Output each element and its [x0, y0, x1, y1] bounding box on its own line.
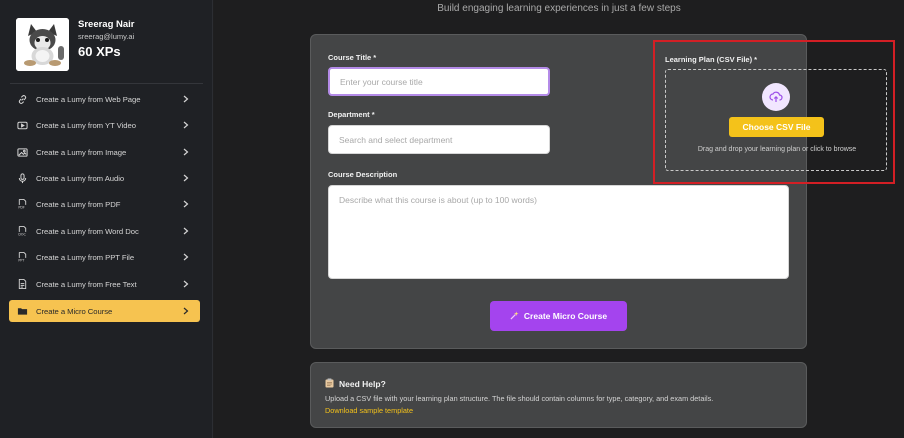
- sidebar-item-image[interactable]: Create a Lumy from Image: [9, 141, 200, 163]
- chevron-right-icon: [180, 307, 192, 315]
- csv-dropzone[interactable]: Choose CSV File Drag and drop your learn…: [665, 69, 887, 171]
- help-title: Need Help?: [325, 378, 386, 390]
- cloud-upload-icon: [762, 83, 790, 111]
- sidebar-item-word-doc[interactable]: DOC Create a Lumy from Word Doc: [9, 220, 200, 242]
- course-title-label: Course Title *: [328, 53, 377, 62]
- text-file-icon: [16, 278, 28, 290]
- sidebar-item-label: Create a Lumy from Image: [36, 147, 127, 157]
- course-form-card: Course Title * Department * Course Descr…: [310, 34, 895, 349]
- svg-text:DOC: DOC: [18, 233, 26, 237]
- help-title-text: Need Help?: [339, 379, 386, 389]
- user-profile: Sreerag Nair sreerag@lumy.ai 60 XPs: [16, 18, 206, 72]
- sidebar-divider: [10, 83, 203, 84]
- create-micro-course-button[interactable]: Create Micro Course: [490, 301, 627, 331]
- course-description-label: Course Description: [328, 170, 398, 179]
- sidebar-item-label: Create a Lumy from PPT File: [36, 252, 135, 262]
- main-content: Build engaging learning experiences in j…: [214, 0, 904, 438]
- help-description: Upload a CSV file with your learning pla…: [325, 394, 714, 403]
- sidebar: Sreerag Nair sreerag@lumy.ai 60 XPs Crea…: [0, 0, 213, 438]
- sidebar-item-label: Create a Lumy from YT Video: [36, 120, 136, 130]
- sidebar-item-label: Create a Lumy from Word Doc: [36, 226, 139, 236]
- department-label: Department *: [328, 110, 375, 119]
- sidebar-item-label: Create a Micro Course: [36, 306, 113, 316]
- user-email: sreerag@lumy.ai: [78, 32, 135, 41]
- sidebar-item-micro-course[interactable]: Create a Micro Course: [9, 300, 200, 322]
- svg-text:PPT: PPT: [18, 259, 25, 263]
- chevron-right-icon: [180, 174, 192, 182]
- video-icon: [16, 119, 28, 131]
- department-search-input[interactable]: [328, 125, 550, 154]
- sidebar-item-label: Create a Lumy from PDF: [36, 199, 121, 209]
- dropzone-hint: Drag and drop your learning plan or clic…: [697, 146, 857, 153]
- chevron-right-icon: [180, 227, 192, 235]
- course-description-textarea[interactable]: [328, 185, 789, 279]
- chevron-right-icon: [180, 200, 192, 208]
- sidebar-item-label: Create a Lumy from Web Page: [36, 94, 141, 104]
- chevron-right-icon: [180, 280, 192, 288]
- sidebar-item-yt-video[interactable]: Create a Lumy from YT Video: [9, 114, 200, 136]
- svg-text:PDF: PDF: [18, 206, 25, 210]
- download-template-link[interactable]: Download sample template: [325, 406, 413, 415]
- choose-csv-button[interactable]: Choose CSV File: [729, 117, 824, 137]
- microphone-icon: [16, 172, 28, 184]
- avatar: [16, 18, 69, 71]
- sidebar-item-label: Create a Lumy from Free Text: [36, 279, 137, 289]
- sidebar-item-ppt-file[interactable]: PPT Create a Lumy from PPT File: [9, 246, 200, 268]
- doc-file-icon: DOC: [16, 225, 28, 237]
- sidebar-item-free-text[interactable]: Create a Lumy from Free Text: [9, 273, 200, 295]
- ppt-file-icon: PPT: [16, 251, 28, 263]
- sidebar-item-label: Create a Lumy from Audio: [36, 173, 125, 183]
- page-subtitle: Build engaging learning experiences in j…: [437, 3, 681, 14]
- help-card: Need Help? Upload a CSV file with your l…: [310, 362, 807, 428]
- csv-upload-highlight: Learning Plan (CSV File) * Choose CSV Fi…: [653, 40, 895, 184]
- user-name: Sreerag Nair: [78, 19, 135, 30]
- create-micro-course-label: Create Micro Course: [523, 311, 608, 321]
- sidebar-item-audio[interactable]: Create a Lumy from Audio: [9, 167, 200, 189]
- chevron-right-icon: [180, 121, 192, 129]
- sidebar-item-web-page[interactable]: Create a Lumy from Web Page: [9, 88, 200, 110]
- chevron-right-icon: [180, 148, 192, 156]
- sidebar-item-pdf[interactable]: PDF Create a Lumy from PDF: [9, 193, 200, 215]
- course-title-input[interactable]: [328, 67, 550, 96]
- sparkle-icon: [510, 310, 519, 322]
- chevron-right-icon: [180, 95, 192, 103]
- xp-count: 60 XPs: [78, 44, 121, 59]
- image-icon: [16, 146, 28, 158]
- learning-plan-label: Learning Plan (CSV File) *: [665, 55, 758, 64]
- link-icon: [16, 93, 28, 105]
- clipboard-icon: [325, 378, 334, 390]
- pdf-file-icon: PDF: [16, 198, 28, 210]
- chevron-right-icon: [180, 253, 192, 261]
- folder-icon: [16, 305, 28, 317]
